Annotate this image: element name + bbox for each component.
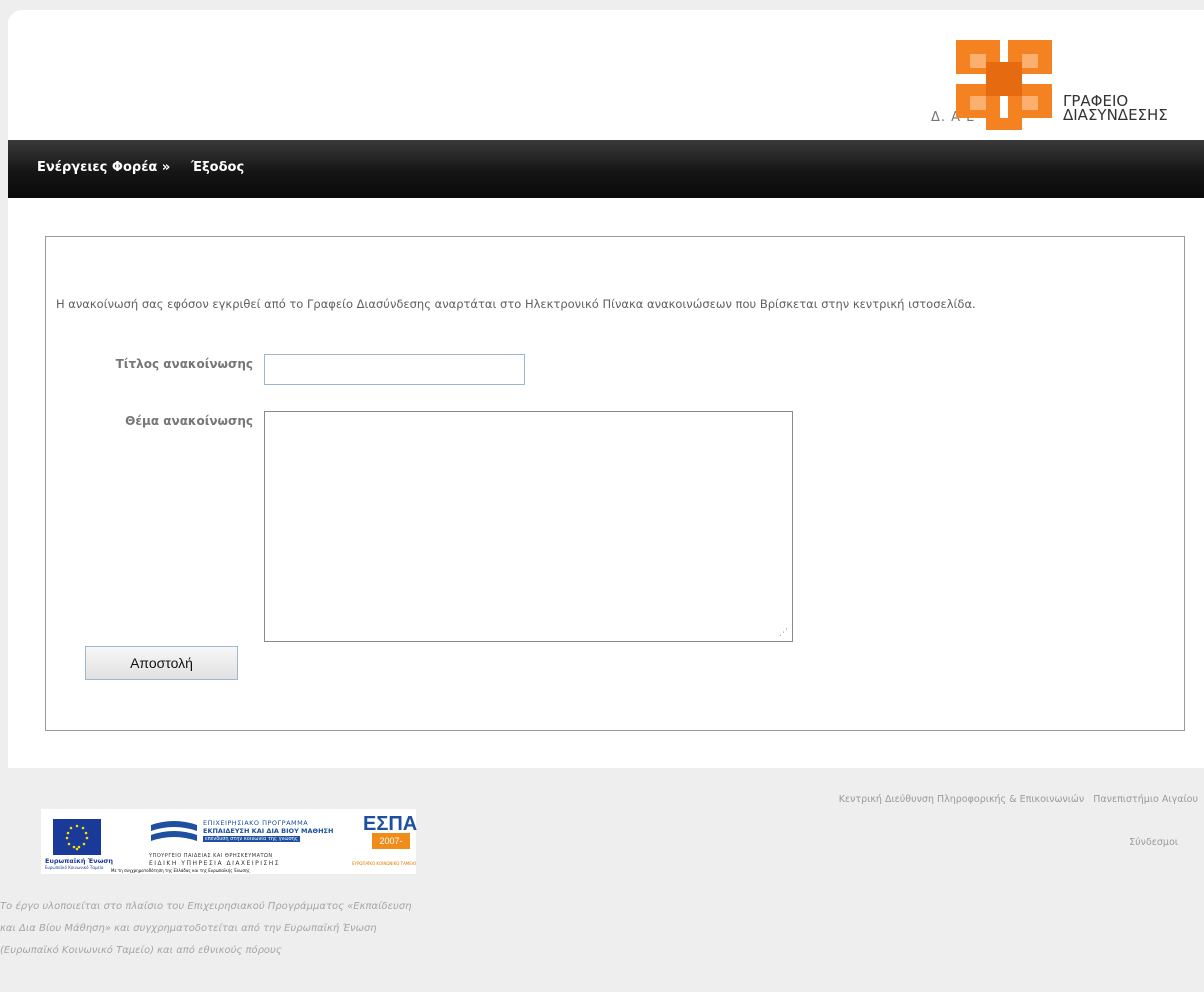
program-line-2: ΕΚΠΑΙΔΕΥΣΗ ΚΑΙ ΔΙΑ ΒΙΟΥ ΜΑΘΗΣΗ — [203, 827, 334, 835]
title-label: Τίτλος ανακοίνωσης — [115, 357, 253, 371]
program-logo: ΕΠΙΧΕΙΡΗΣΙΑΚΟ ΠΡΟΓΡΑΜΜΑ ΕΚΠΑΙΔΕΥΣΗ ΚΑΙ Δ… — [149, 817, 349, 849]
main-navbar: Ενέργειες Φορέα » Έξοδος — [8, 140, 1204, 198]
footer-link-sitemap[interactable]: Σύνδεσμοι — [1129, 837, 1178, 848]
footer-link-university[interactable]: Πανεπιστήμιο Αιγαίου — [1093, 794, 1198, 805]
program-line-3: επένδυση στην κοινωνία της γνώσης — [203, 836, 300, 842]
program-wave-icon — [151, 821, 197, 841]
program-line-1: ΕΠΙΧΕΙΡΗΣΙΑΚΟ ΠΡΟΓΡΑΜΜΑ — [203, 819, 309, 827]
eu-sub-label: Ευρωπαϊκό Κοινωνικό Ταμείο — [45, 865, 104, 870]
logo-text: ΓΡΑΦΕΙΟ ΔΙΑΣΥΝΔΕΣΗΣ — [1063, 94, 1168, 124]
cofund-text: Με τη συγχρηματοδότηση της Ελλάδας και τ… — [111, 868, 250, 873]
subject-textarea[interactable] — [264, 411, 793, 642]
funding-banner: Ευρωπαϊκή Ένωση Ευρωπαϊκό Κοινωνικό Ταμε… — [41, 809, 417, 874]
footer-text-line-2: και Δια Βίου Μάθηση» και συγχρηματοδοτεί… — [0, 923, 377, 934]
ministry-line-2: ΕΙΔΙΚΗ ΥΠΗΡΕΣΙΑ ΔΙΑΧΕΙΡΙΣΗΣ — [149, 860, 281, 867]
eu-label: Ευρωπαϊκή Ένωση — [45, 857, 114, 865]
announcement-form: Η ανακοίνωσή σας εφόσον εγκριθεί από το … — [45, 236, 1185, 731]
footer-funding-text: Το έργο υλοποιείται στο πλαίσιο του Επιχ… — [0, 896, 460, 962]
ministry-line-1: ΥΠΟΥΡΓΕΙΟ ΠΑΙΔΕΙΑΣ ΚΑΙ ΘΡΗΣΚΕΥΜΑΤΩΝ — [149, 853, 273, 859]
top-strip — [0, 0, 1204, 10]
nav-actions-menu[interactable]: Ενέργειες Φορέα » — [37, 160, 170, 175]
espa-years: 2007-2013 — [372, 833, 410, 862]
footer: Κεντρική Διεύθυνση Πληροφορικής & Επικοι… — [0, 768, 1204, 992]
submit-button[interactable]: Αποστολή — [85, 646, 238, 680]
espa-fund-label: ΕΥΡΩΠΑΪΚΟ ΚΟΙΝΩΝΙΚΟ ΤΑΜΕΙΟ — [352, 861, 417, 866]
footer-link-it-directorate[interactable]: Κεντρική Διεύθυνση Πληροφορικής & Επικοι… — [839, 794, 1085, 805]
logo-icon[interactable] — [956, 40, 1060, 130]
nav-exit-link[interactable]: Έξοδος — [191, 160, 244, 175]
resize-grip-icon[interactable]: ⋰ — [779, 628, 789, 638]
footer-text-line-3: (Ευρωπαϊκό Κοινωνικό Ταμείο) και από εθν… — [0, 945, 282, 956]
title-input[interactable] — [264, 354, 525, 385]
page-container: Δ. Α Ε ΓΡΑΦΕΙΟ ΔΙΑΣΥΝΔΕΣΗΣ Ενέργειες Φορ… — [8, 10, 1204, 768]
subject-label: Θέμα ανακοίνωσης — [125, 414, 253, 428]
header: Δ. Α Ε ΓΡΑΦΕΙΟ ΔΙΑΣΥΝΔΕΣΗΣ — [8, 10, 1204, 140]
form-notice: Η ανακοίνωσή σας εφόσον εγκριθεί από το … — [56, 297, 976, 311]
footer-text-line-1: Το έργο υλοποιείται στο πλαίσιο του Επιχ… — [0, 901, 412, 912]
eu-flag-icon — [53, 819, 101, 855]
logo-line-2: ΔΙΑΣΥΝΔΕΣΗΣ — [1063, 106, 1168, 124]
footer-links: Κεντρική Διεύθυνση Πληροφορικής & Επικοι… — [839, 794, 1204, 805]
